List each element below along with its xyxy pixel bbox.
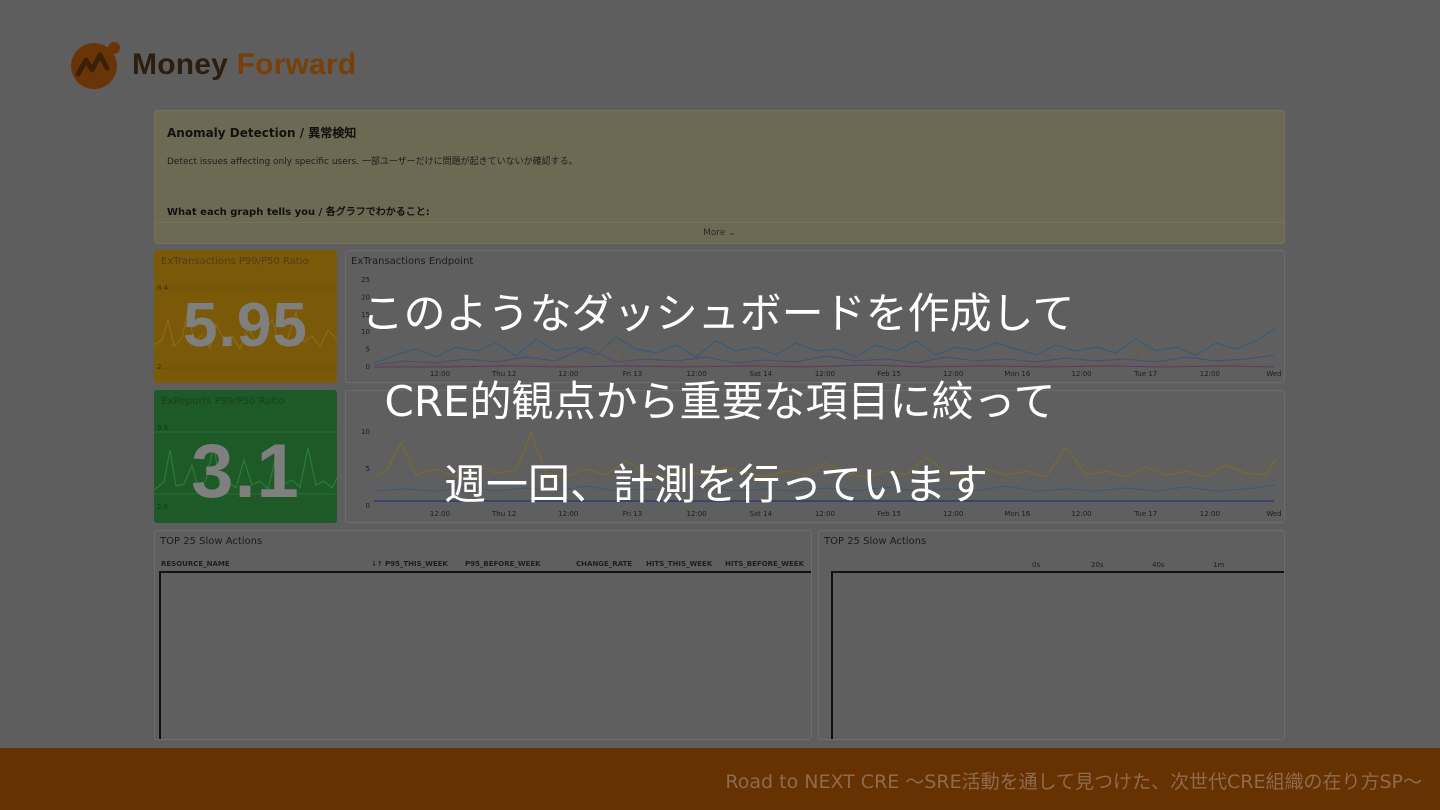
- y-tick-label: 5: [366, 346, 370, 354]
- slow-actions-table-title: TOP 25 Slow Actions: [160, 536, 263, 547]
- logo-word-forward: Forward: [236, 48, 357, 81]
- y-tick-label: 10: [361, 428, 370, 436]
- axis-tick-20s: 20s: [1091, 561, 1104, 569]
- column-change-rate[interactable]: CHANGE_RATE: [576, 560, 632, 568]
- column-hits-this-week[interactable]: HITS_THIS_WEEK: [646, 560, 712, 568]
- column-resource-name[interactable]: RESOURCE_NAME: [161, 560, 230, 568]
- more-button[interactable]: More ⌄: [155, 228, 1284, 238]
- axis-tick-40s: 40s: [1152, 561, 1165, 569]
- notes-description: Detect issues affecting only specific us…: [167, 157, 578, 167]
- money-forward-mark-icon: [71, 42, 120, 89]
- sort-icon[interactable]: ⇂↑: [371, 560, 383, 568]
- series-line: [373, 340, 1275, 367]
- notes-title: Anomaly Detection / 異常検知: [167, 126, 357, 140]
- slow-actions-table-body: [159, 571, 811, 739]
- logo-wordmark: Money Forward: [132, 48, 356, 82]
- notes-widget: Anomaly Detection / 異常検知 Detect issues a…: [154, 110, 1285, 244]
- footer-text: Road to NEXT CRE 〜SRE活動を通して見つけた、次世代CRE組織…: [725, 771, 1422, 793]
- logo-word-money: Money: [132, 48, 229, 81]
- extransactions-ratio-title: ExTransactions P99/P50 Ratio: [161, 256, 309, 267]
- slow-actions-chart-body: [831, 571, 1284, 739]
- series-line: [374, 364, 1275, 368]
- notes-divider: [155, 222, 1284, 223]
- slow-actions-chart-title: TOP 25 Slow Actions: [824, 536, 927, 547]
- column-hits-before-week[interactable]: HITS_BEFORE_WEEK: [725, 560, 804, 568]
- notes-subtitle: What each graph tells you / 各グラフでわかること:: [167, 207, 430, 218]
- caption-line-2: CRE的観点から重要な項目に絞って: [384, 377, 1056, 426]
- column-p95-this-week[interactable]: P95_THIS_WEEK: [385, 560, 448, 568]
- slow-actions-table-widget[interactable]: TOP 25 Slow Actions RESOURCE_NAME ⇂↑ P95…: [154, 530, 812, 740]
- footer-bar: Road to NEXT CRE 〜SRE活動を通して見つけた、次世代CRE組織…: [0, 748, 1440, 810]
- axis-tick-0s: 0s: [1032, 561, 1041, 569]
- money-forward-logo: Money Forward: [70, 40, 356, 90]
- caption-line-1: このようなダッシュボードを作成して: [361, 289, 1075, 338]
- caption-line-3: 週一回、計測を行っています: [444, 460, 988, 509]
- axis-tick-1m: 1m: [1213, 561, 1225, 569]
- column-p95-before-week[interactable]: P95_BEFORE_WEEK: [465, 560, 541, 568]
- slow-actions-chart-widget[interactable]: TOP 25 Slow Actions 0s 20s 40s 1m: [818, 530, 1285, 740]
